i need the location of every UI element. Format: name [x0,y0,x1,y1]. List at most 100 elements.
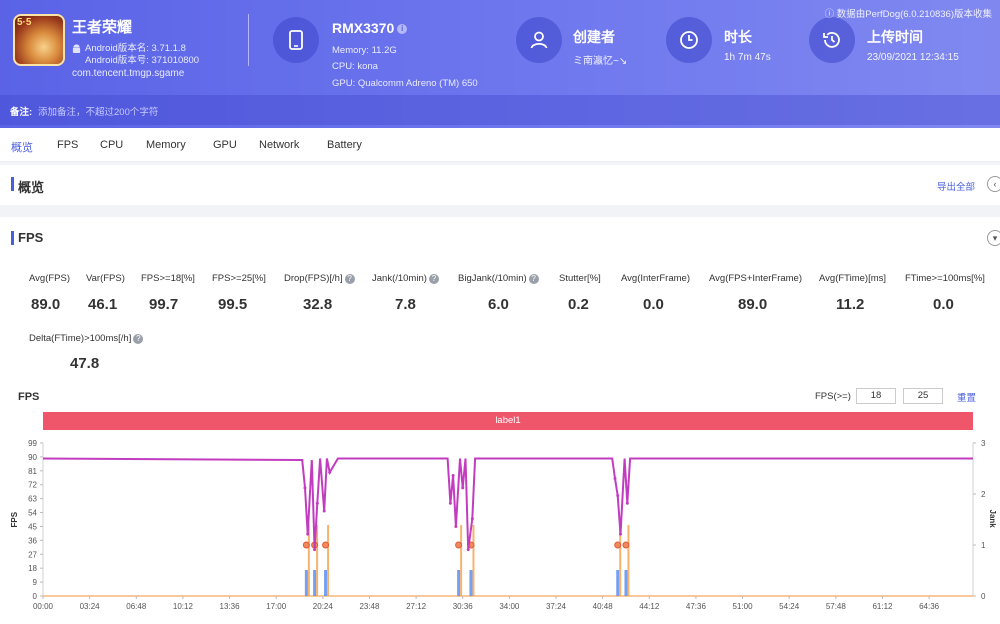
tab-fps[interactable]: FPS [57,139,78,151]
jank-bar [616,570,620,596]
note-input[interactable]: 添加备注，不超过200个字符 [38,104,158,118]
y-tick-label: 90 [28,453,37,462]
fps-threshold-label: FPS(>=) [815,391,851,402]
metric-value: 6.0 [488,296,509,313]
jank-bar [457,570,461,596]
metric-value: 0.2 [568,296,589,313]
metric-value: 46.1 [88,296,118,313]
collapse-sidebar-icon[interactable]: ‹ [987,176,1000,192]
y-axis-ticks: 0 9 18 27 36 45 54 63 72 81 90 99 [28,439,43,601]
fps-section-title: FPS [18,230,44,245]
jank-bar [304,570,308,596]
package-name: com.tencent.tmgp.sgame [72,68,185,79]
fps-point [613,477,617,481]
jank-spike [307,525,310,596]
fps-chart[interactable]: 0 9 18 27 36 45 54 63 72 81 90 99 0 1 2 3 00:00 03:24 06… [0,430,1000,624]
fps-point [625,501,629,505]
x-tick-label: 51:00 [733,602,754,611]
jank-bar [469,570,473,596]
y-tick-label: 36 [28,536,37,545]
y2-tick-label: 2 [981,490,986,499]
clock-icon [666,17,712,63]
fps-chart-title: FPS [18,391,40,403]
tab-memory[interactable]: Memory [146,139,186,151]
fps-point [466,548,470,552]
x-tick-label: 34:00 [499,602,520,611]
help-icon[interactable]: ? [528,274,539,284]
overview-title: 概览 [18,180,45,195]
tab-battery[interactable]: Battery [327,139,362,151]
y-tick-label: 9 [33,578,38,587]
metric-label: Avg(FPS) [29,273,71,284]
fps-threshold-input-2[interactable]: 25 [903,388,943,404]
tab-gpu[interactable]: GPU [213,139,237,151]
x-tick-label: 57:48 [826,602,847,611]
y-tick-label: 27 [28,550,37,559]
metric-label: BigJank(/10min)? [458,273,539,284]
fps-point [313,548,317,552]
x-tick-label: 44:12 [639,602,660,611]
y-tick-label: 54 [28,509,37,518]
x-tick-label: 61:12 [872,602,893,611]
help-icon[interactable]: ? [344,274,355,284]
y-tick-label: 18 [28,564,37,573]
perfdog-version-note: ⓘ 数据由PerfDog(6.0.210836)版本收集 [824,9,992,20]
tab-overview[interactable]: 概览 [11,139,33,155]
x-tick-label: 17:00 [266,602,287,611]
metric-value: 11.2 [836,296,865,313]
x-tick-label: 00:00 [33,602,54,611]
metric-value: 89.0 [738,296,768,313]
jank-bar [624,570,628,596]
y-tick-label: 63 [28,495,37,504]
fps-point [315,501,319,505]
chevron-down-icon[interactable]: ▾ [987,230,1000,246]
jank-point [455,541,463,549]
metric-label: FPS>=25[%] [212,273,266,284]
reset-button[interactable]: 重置 [957,390,976,404]
note-label: 备注: [10,107,33,118]
overview-title-bar [11,177,14,191]
fps-point [328,470,332,474]
jank-spike [327,525,330,596]
app-name: 王者荣耀 [72,19,133,36]
header-divider [248,14,249,66]
metric-label: Delta(FTime)>100ms[/h]? [29,333,144,344]
x-tick-label: 06:48 [126,602,147,611]
metric-value: 89.0 [31,296,61,313]
device-model-text: RMX3370 [332,20,395,36]
y2-axis-ticks: 0 1 2 3 [973,439,986,601]
export-all-link[interactable]: 导出全部 [937,179,975,193]
y2-tick-label: 3 [981,439,986,448]
device-cpu: CPU: kona [332,61,378,72]
tab-network[interactable]: Network [259,139,299,151]
android-version-code: Android版本号: 371010800 [85,55,200,66]
fps-point [616,494,620,498]
y-axis-label: FPS [10,511,19,527]
x-tick-label: 03:24 [80,602,101,611]
metric-label: Var(FPS) [86,273,125,284]
jank-point [302,541,310,549]
help-icon[interactable]: ? [428,274,439,284]
creator-value: ミ南瀛忆~↘ [573,56,628,67]
fps-threshold-input-1[interactable]: 18 [856,388,896,404]
label-band[interactable]: label1 [43,412,973,430]
fps-point [451,473,455,477]
metric-value: 99.5 [218,296,248,313]
app-icon-badge: 5·5 [17,17,32,28]
phone-icon [273,17,319,63]
jank-bar [324,570,328,596]
x-tick-label: 40:48 [593,602,614,611]
help-icon[interactable]: ? [133,334,144,344]
metric-value: 0.0 [933,296,954,313]
device-info-icon[interactable]: i [397,24,408,34]
fps-point [448,501,452,505]
creator-title: 创建者 [573,29,615,45]
y-tick-label: 81 [28,467,37,476]
metric-label: FTime>=100ms[%] [905,273,985,284]
android-icon [72,44,81,54]
y2-tick-label: 0 [981,592,986,601]
tab-cpu[interactable]: CPU [100,139,123,151]
fps-point [303,486,307,490]
metric-label: Avg(FTime)[ms] [819,273,887,284]
chart-grid [42,443,974,597]
